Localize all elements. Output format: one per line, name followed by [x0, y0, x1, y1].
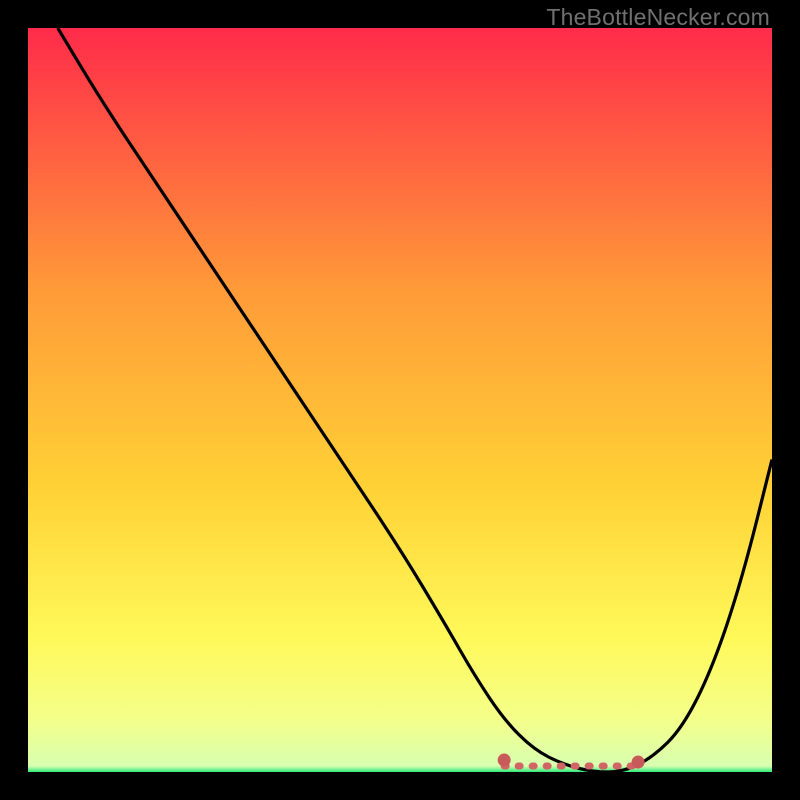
watermark-text: TheBottleNecker.com	[546, 4, 770, 31]
curve-layer	[28, 28, 772, 772]
plot-area	[28, 28, 772, 772]
chart-container: TheBottleNecker.com	[0, 0, 800, 800]
sweetspot-band	[498, 754, 645, 769]
bottleneck-curve	[58, 28, 772, 772]
